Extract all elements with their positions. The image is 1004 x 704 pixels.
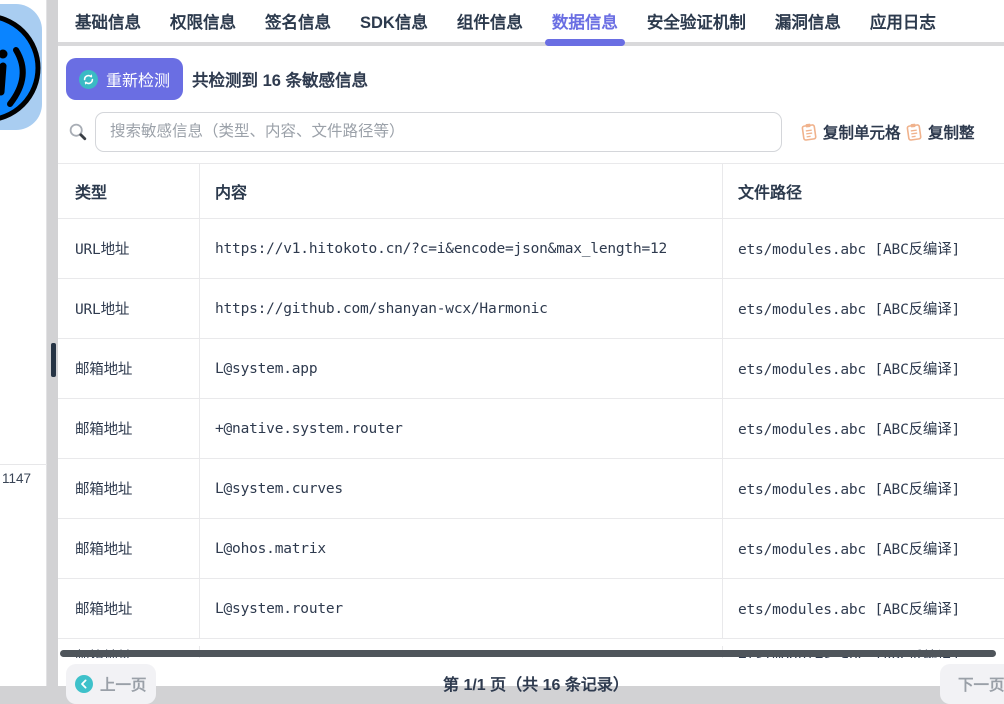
table-row[interactable]: 邮箱地址L@system.appets/modules.abc [ABC反编译]: [58, 339, 1004, 399]
cell-type: 邮箱地址: [58, 519, 200, 578]
tab-security-verification[interactable]: 安全验证机制: [647, 14, 746, 42]
left-panel-divider: [0, 464, 47, 465]
prev-arrow-icon: [75, 675, 93, 693]
prev-page-button[interactable]: 上一页: [66, 664, 156, 704]
left-panel-partial-value-2: ): [0, 486, 1, 501]
cell-path: ets/modules.abc [ABC反编译]: [723, 579, 1004, 638]
tab-bar: 基础信息 权限信息 签名信息 SDK信息 组件信息 数据信息 安全验证机制 漏洞信息 应用日志: [58, 0, 1004, 46]
cell-content: https://github.com/shanyan-wcx/Harmonic: [200, 279, 723, 338]
cell-type: 邮箱地址: [58, 459, 200, 518]
copy-row-label: 复制整: [928, 121, 975, 143]
tab-permission-info[interactable]: 权限信息: [170, 14, 236, 42]
cell-path: ets/modules.abc [ABC反编译]: [723, 339, 1004, 398]
table-row[interactable]: URL地址https://v1.hitokoto.cn/?c=i&encode=…: [58, 219, 1004, 279]
vertical-scrollbar-thumb[interactable]: [51, 343, 56, 377]
cell-content: +@native.system.router: [200, 399, 723, 458]
column-header-type: 类型: [58, 164, 200, 218]
app-icon: [0, 4, 42, 130]
table-row[interactable]: 邮箱地址+@native.system.routerets/modules.ab…: [58, 399, 1004, 459]
cell-content: https://v1.hitokoto.cn/?c=i&encode=json&…: [200, 219, 723, 278]
page-info: 第 1/1 页（共 16 条记录）: [443, 671, 629, 695]
clipboard-icon: [905, 122, 923, 142]
search-icon: [68, 122, 88, 147]
cell-path: ets/modules.abc [ABC反编译]: [723, 459, 1004, 518]
horizontal-scrollbar-thumb[interactable]: [60, 650, 996, 657]
column-header-content: 内容: [200, 164, 723, 218]
cell-content: L@ohos.matrix: [200, 519, 723, 578]
cell-path: ets/modules.abc [ABC反编译]: [723, 399, 1004, 458]
table-header-row: 类型 内容 文件路径: [58, 163, 1004, 219]
next-page-button[interactable]: 下一页: [940, 664, 1004, 704]
copy-row-button[interactable]: 复制整: [906, 112, 975, 152]
table-row[interactable]: 邮箱地址L@system.routerets/modules.abc [ABC反…: [58, 579, 1004, 639]
cell-type: 邮箱地址: [58, 339, 200, 398]
search-input[interactable]: [95, 112, 782, 152]
cell-content: L@system.router: [200, 579, 723, 638]
cell-path: ets/modules.abc [ABC反编译]: [723, 519, 1004, 578]
cell-path: ets/modules.abc [ABC反编译]: [723, 279, 1004, 338]
data-info-panel: 基础信息权限信息签名信息SDK信息组件信息数据信息安全验证机制漏洞信息应用日志 …: [58, 0, 1004, 686]
tab-signature-info[interactable]: 签名信息: [265, 14, 331, 42]
left-info-panel: 1147 ): [0, 0, 47, 686]
horizontal-scrollbar[interactable]: [58, 650, 1004, 658]
tab-sdk-info[interactable]: SDK信息: [360, 14, 428, 42]
detection-summary: 共检测到 16 条敏感信息: [192, 58, 368, 100]
tab-basic-info[interactable]: 基础信息: [75, 14, 141, 42]
cell-type: 邮箱地址: [58, 579, 200, 638]
cell-type: URL地址: [58, 219, 200, 278]
clipboard-icon: [800, 122, 818, 142]
table-row[interactable]: 邮箱地址L@ohos.matrixets/modules.abc [ABC反编译…: [58, 519, 1004, 579]
left-panel-partial-value: 1147: [2, 471, 31, 486]
redetect-button-label: 重新检测: [106, 67, 170, 91]
cell-type: 邮箱地址: [58, 399, 200, 458]
tab-vulnerability-info[interactable]: 漏洞信息: [775, 14, 841, 42]
copy-cell-label: 复制单元格: [823, 121, 901, 143]
table-body: URL地址https://v1.hitokoto.cn/?c=i&encode=…: [58, 219, 1004, 639]
column-header-path: 文件路径: [723, 164, 1004, 218]
refresh-icon: [79, 70, 98, 89]
cell-content: L@system.curves: [200, 459, 723, 518]
tab-data-info[interactable]: 数据信息: [552, 14, 618, 42]
cell-path: ets/modules.abc [ABC反编译]: [723, 219, 1004, 278]
redetect-button[interactable]: 重新检测: [66, 58, 183, 100]
prev-page-label: 上一页: [100, 673, 147, 695]
tab-component-info[interactable]: 组件信息: [457, 14, 523, 42]
table-row[interactable]: URL地址https://github.com/shanyan-wcx/Harm…: [58, 279, 1004, 339]
table-row[interactable]: 邮箱地址L@system.curvesets/modules.abc [ABC反…: [58, 459, 1004, 519]
sensitive-info-table: 类型 内容 文件路径 URL地址https://v1.hitokoto.cn/?…: [58, 163, 1004, 639]
copy-cell-button[interactable]: 复制单元格: [801, 112, 901, 152]
tab-app-log[interactable]: 应用日志: [870, 14, 936, 42]
cell-type: URL地址: [58, 279, 200, 338]
next-page-label: 下一页: [958, 673, 1004, 695]
cell-content: L@system.app: [200, 339, 723, 398]
